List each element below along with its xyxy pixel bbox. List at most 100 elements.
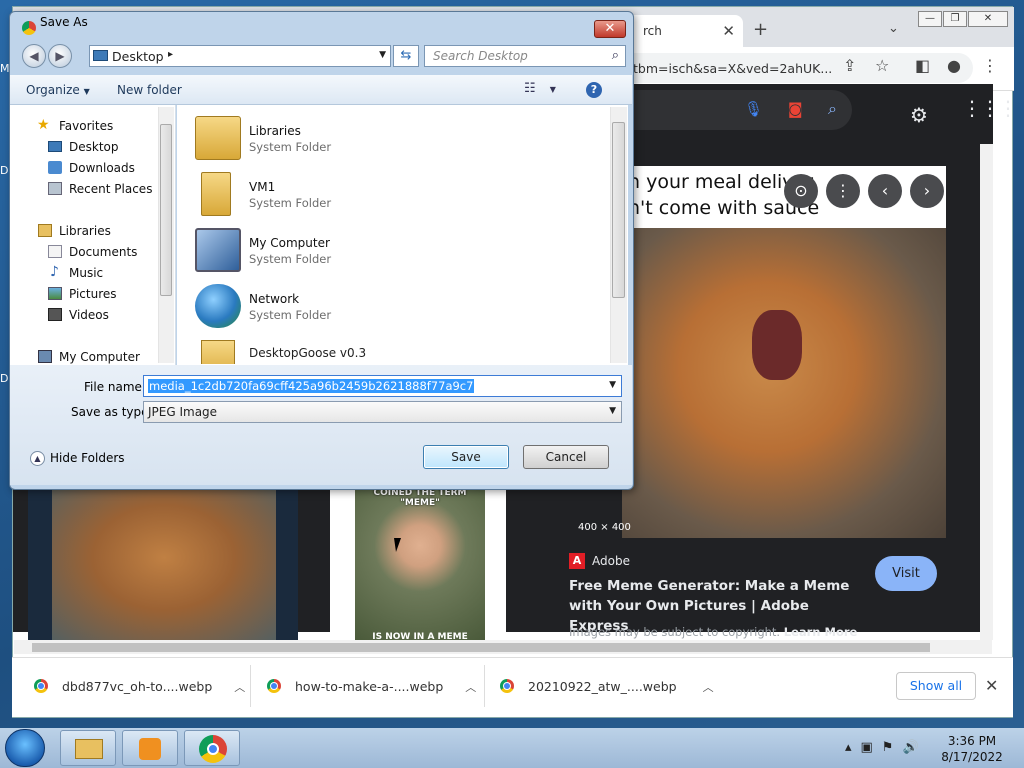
chrome-file-icon [500, 679, 514, 693]
nav-label: My Computer [59, 350, 140, 364]
address-breadcrumb[interactable]: Desktop ▸ ▼ [89, 45, 391, 67]
clock[interactable]: 3:36 PM 8/17/2022 [940, 733, 1004, 765]
file-name: Libraries [249, 124, 301, 138]
previous-image-icon[interactable]: ‹ [868, 174, 902, 208]
google-apps-icon[interactable]: ⋮⋮⋮ [962, 98, 1018, 118]
google-search-bar[interactable]: 🎙 ◙ ⌕ [600, 90, 852, 130]
cancel-button[interactable]: Cancel [523, 445, 609, 469]
chrome-icon [199, 735, 227, 763]
maximize-button[interactable]: ❐ [943, 11, 967, 27]
pictures-icon [48, 287, 62, 300]
lens-icon[interactable]: ⊙ [784, 174, 818, 208]
organize-button[interactable]: Organize ▼ [26, 83, 90, 97]
taskbar-explorer-button[interactable] [60, 730, 116, 766]
file-type: System Folder [249, 252, 332, 266]
file-item-desktopgoose[interactable]: DesktopGoose v0.3 [195, 336, 495, 364]
hide-folders-button[interactable]: ▲ Hide Folders [30, 451, 125, 466]
nav-label: Desktop [69, 140, 119, 154]
nav-label: Music [69, 266, 104, 280]
hide-folders-label: Hide Folders [50, 451, 125, 465]
download-item[interactable]: how-to-make-a-....webp ︿ [267, 670, 476, 704]
page-vertical-scrollbar[interactable] [980, 144, 993, 640]
search-input[interactable]: Search Desktop ⌕ [424, 45, 626, 67]
new-folder-button[interactable]: New folder [117, 83, 182, 97]
nav-desktop[interactable]: Desktop [10, 138, 160, 158]
network-globe-icon [195, 284, 241, 328]
computer-icon [195, 228, 241, 272]
nav-documents[interactable]: Documents [10, 243, 160, 263]
chevron-up-icon[interactable]: ︿ [234, 681, 245, 694]
refresh-button[interactable]: ⇆ [393, 45, 419, 67]
learn-more-link[interactable]: Learn More [784, 625, 858, 639]
nav-videos[interactable]: Videos [10, 306, 160, 326]
chevron-up-icon[interactable]: ︿ [703, 681, 714, 694]
close-icon[interactable]: ✕ [985, 676, 998, 695]
copyright-notice: Images may be subject to copyright. Lear… [569, 625, 857, 639]
file-item-vm1[interactable]: VM1 System Folder [195, 168, 495, 222]
file-name-input[interactable]: media_1c2db720fa69cff425a96b2459b2621888… [143, 375, 622, 397]
chevron-up-icon[interactable]: ︿ [465, 681, 476, 694]
help-icon[interactable]: ? [586, 82, 602, 98]
system-tray-icons[interactable]: ▴▣⚑🔊 [845, 740, 928, 755]
side-panel-icon[interactable]: ◧ [915, 56, 930, 75]
show-all-button[interactable]: Show all [896, 672, 976, 700]
file-name-value: media_1c2db720fa69cff425a96b2459b2621888… [148, 379, 475, 393]
visit-button[interactable]: Visit [875, 556, 937, 591]
breadcrumb-desktop[interactable]: Desktop [112, 49, 164, 64]
chevron-down-icon[interactable]: ▼ [609, 380, 616, 390]
cat-photo [622, 228, 946, 538]
close-tab-icon[interactable]: ✕ [722, 22, 735, 40]
chrome-file-icon [34, 679, 48, 693]
more-options-icon[interactable]: ⋮ [826, 174, 860, 208]
close-window-button[interactable]: ✕ [968, 11, 1008, 27]
save-as-type-select[interactable]: JPEG Image ▼ [143, 401, 622, 423]
minimize-button[interactable]: — [918, 11, 942, 27]
menu-kebab-icon[interactable]: ⋮ [982, 56, 998, 75]
download-item[interactable]: dbd877vc_oh-to....webp ︿ [34, 670, 245, 704]
start-button[interactable] [5, 729, 45, 767]
desktop-icon [93, 50, 108, 61]
chevron-down-icon[interactable]: ▼ [609, 406, 616, 416]
nav-favorites[interactable]: ★ Favorites [10, 117, 160, 137]
nav-libraries[interactable]: Libraries [10, 222, 160, 242]
profile-avatar-icon[interactable]: ● [947, 56, 961, 75]
forward-button[interactable]: ▶ [48, 44, 72, 68]
lens-search-icon[interactable]: ◙ [788, 100, 803, 118]
navigation-pane: ★ Favorites Desktop Downloads Recent Plac… [10, 105, 176, 365]
new-tab-icon[interactable]: + [753, 19, 768, 40]
file-scroll-thumb[interactable] [612, 122, 625, 298]
search-icon[interactable]: ⌕ [828, 99, 837, 119]
videos-icon [48, 308, 62, 321]
dialog-close-button[interactable]: ✕ [594, 20, 626, 38]
horizontal-scroll-thumb[interactable] [32, 643, 930, 652]
nav-downloads[interactable]: Downloads [10, 159, 160, 179]
nav-recent-places[interactable]: Recent Places [10, 180, 160, 200]
image-dimensions: 400 × 400 [578, 522, 631, 533]
change-view-icon[interactable]: ☷ ▼ [524, 81, 556, 96]
source-name[interactable]: Adobe [592, 554, 630, 568]
share-icon[interactable]: ⇪ [843, 56, 856, 75]
desktop-icon-label: D [0, 164, 9, 177]
nav-music[interactable]: ♪ Music [10, 264, 160, 284]
save-button[interactable]: Save [423, 445, 509, 469]
voice-search-icon[interactable]: 🎙 [744, 100, 763, 118]
settings-gear-icon[interactable]: ⚙ [910, 103, 928, 127]
file-item-libraries[interactable]: Libraries System Folder [195, 112, 495, 166]
chevron-down-icon[interactable]: ▼ [379, 50, 386, 60]
taskbar-chrome-button[interactable] [184, 730, 240, 766]
file-item-network[interactable]: Network System Folder [195, 280, 495, 334]
file-item-my-computer[interactable]: My Computer System Folder [195, 224, 495, 278]
download-item[interactable]: 20210922_atw_....webp ︿ [500, 670, 714, 704]
breadcrumb-arrow-icon[interactable]: ▸ [168, 49, 173, 60]
bookmark-star-icon[interactable]: ☆ [875, 56, 889, 75]
back-button[interactable]: ◀ [22, 44, 46, 68]
nav-scroll-thumb[interactable] [160, 124, 172, 296]
save-type-value: JPEG Image [148, 405, 218, 419]
recent-places-icon [48, 182, 62, 195]
taskbar-media-player-button[interactable] [122, 730, 178, 766]
nav-pictures[interactable]: Pictures [10, 285, 160, 305]
documents-icon [48, 245, 62, 258]
tab-search-chevron-icon[interactable]: ⌄ [888, 21, 899, 36]
search-icon[interactable]: ⌕ [612, 48, 619, 63]
next-image-icon[interactable]: › [910, 174, 944, 208]
